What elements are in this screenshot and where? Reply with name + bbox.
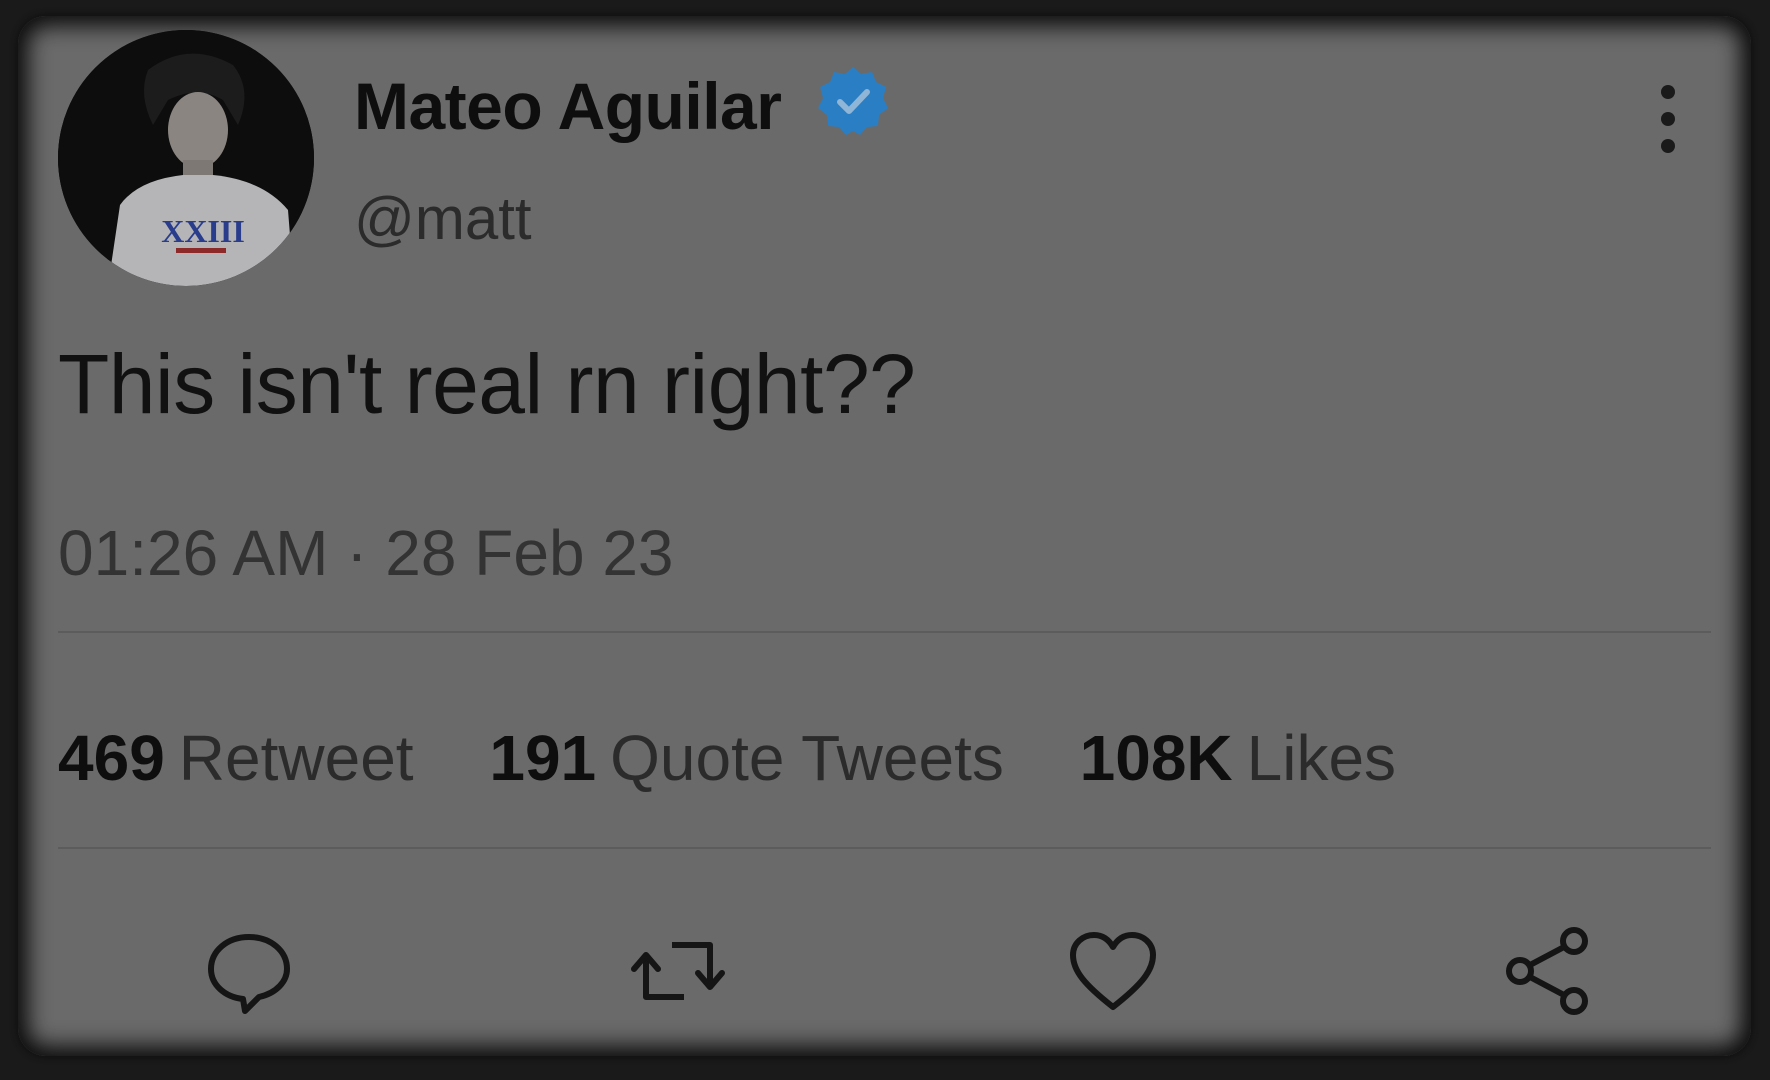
quote-tweets-stat[interactable]: 191 Quote Tweets (489, 721, 1004, 795)
retweet-button[interactable] (628, 921, 728, 1021)
share-button[interactable] (1498, 921, 1598, 1021)
retweet-label: Retweet (178, 722, 414, 794)
retweet-stat[interactable]: 469 Retweet (58, 721, 414, 795)
retweet-count: 469 (58, 722, 165, 794)
tweet-text: This isn't real rn right?? (58, 337, 916, 431)
heart-icon (1070, 932, 1156, 1010)
likes-stat[interactable]: 108K Likes (1080, 721, 1396, 795)
more-options-icon[interactable] (1648, 78, 1688, 168)
avatar-image: XXIII (58, 30, 314, 286)
likes-count: 108K (1079, 722, 1233, 794)
divider (58, 847, 1711, 849)
divider (58, 631, 1711, 633)
display-name[interactable]: Mateo Aguilar (354, 68, 782, 144)
verified-badge-icon (818, 67, 888, 135)
like-button[interactable] (1063, 921, 1163, 1021)
quote-tweets-count: 191 (489, 722, 597, 794)
retweet-icon (631, 942, 725, 1000)
reply-icon (208, 934, 290, 1014)
likes-label: Likes (1246, 722, 1397, 794)
quote-tweets-label: Quote Tweets (610, 722, 1004, 794)
tweet-timestamp[interactable]: 01:26 AM · 28 Feb 23 (58, 516, 674, 590)
tweet-card: XXIII Mateo Aguilar @matt This isn't rea… (18, 16, 1751, 1056)
avatar[interactable]: XXIII (58, 30, 314, 286)
engagement-stats: 469 Retweet 191 Quote Tweets 108K Likes (58, 721, 1454, 795)
share-icon (1506, 927, 1588, 1015)
user-handle[interactable]: @matt (354, 184, 532, 253)
avatar-shirt-text: XXIII (161, 213, 245, 249)
reply-button[interactable] (199, 921, 299, 1021)
